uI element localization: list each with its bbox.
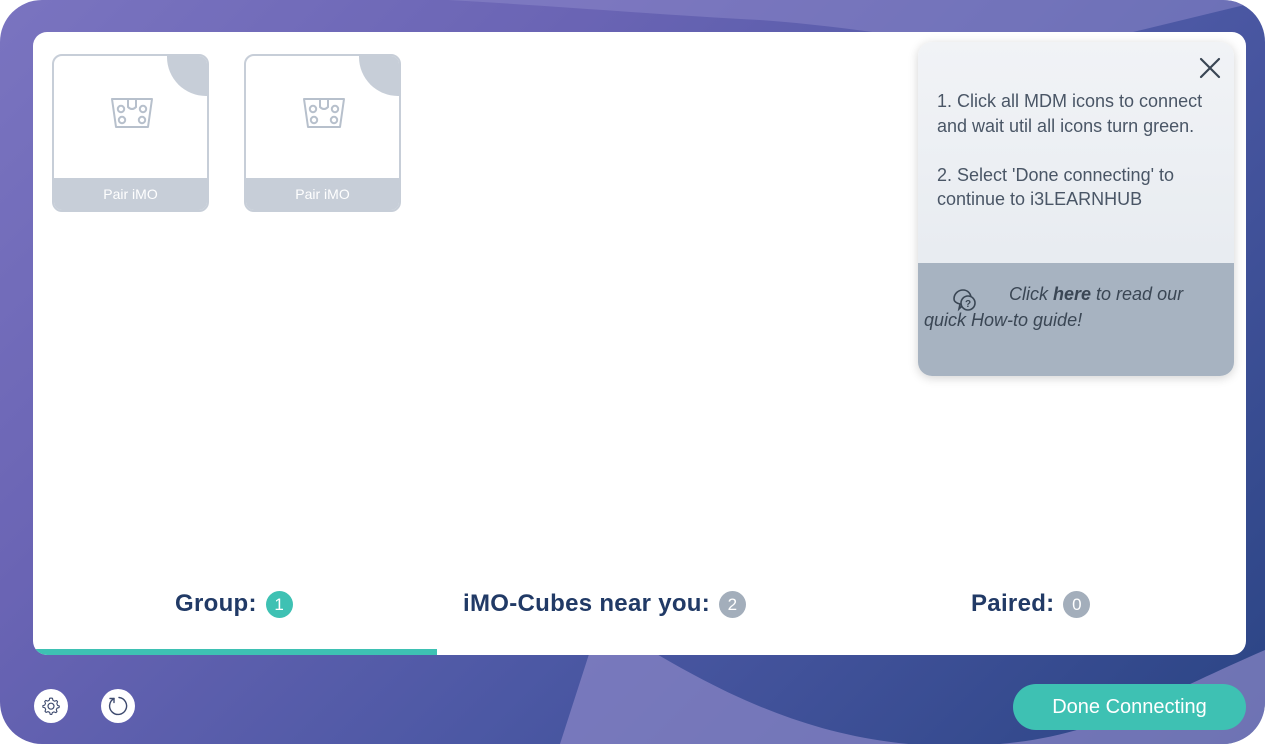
guide-link[interactable]: here: [1053, 284, 1091, 304]
tab-label: Group:: [175, 590, 257, 617]
tab-paired[interactable]: Paired: 0: [971, 584, 1091, 624]
refresh-button[interactable]: [101, 689, 135, 723]
mdm-device-icon: [303, 98, 345, 128]
done-connecting-button[interactable]: Done Connecting: [1013, 684, 1246, 730]
guide-text: Click here to read our quick How-to guid…: [924, 281, 1224, 333]
guide-link-area[interactable]: ? Click here to read our quick How-to gu…: [918, 263, 1234, 376]
guide-text-pre: Click: [1009, 284, 1053, 304]
help-steps: 1. Click all MDM icons to connect and wa…: [937, 89, 1217, 212]
tab-label: Paired:: [971, 590, 1055, 617]
device-card[interactable]: Pair iMO: [52, 54, 209, 212]
tab-label: iMO-Cubes near you:: [463, 590, 711, 617]
count-badge: 2: [719, 590, 747, 618]
help-step-1: 1. Click all MDM icons to connect and wa…: [937, 91, 1203, 136]
mdm-device-icon: [111, 98, 153, 128]
gear-icon: [42, 697, 60, 716]
device-card[interactable]: Pair iMO: [244, 54, 401, 212]
active-tab-indicator: [33, 649, 437, 655]
refresh-icon: [108, 696, 128, 716]
tab-cubes-near-you[interactable]: iMO-Cubes near you: 2: [463, 584, 747, 624]
card-corner: [167, 56, 207, 96]
pair-imo-label[interactable]: Pair iMO: [54, 178, 207, 210]
settings-button[interactable]: [34, 689, 68, 723]
count-badge: 0: [1063, 590, 1091, 618]
help-popover: 1. Click all MDM icons to connect and wa…: [918, 42, 1234, 376]
tab-group[interactable]: Group: 1: [175, 584, 293, 624]
help-step-2: 2. Select 'Done connecting' to continue …: [937, 164, 1175, 210]
count-badge: 1: [265, 590, 293, 618]
app-frame: Pair iMO Pair iMO Group: 1 iMO-Cubes nea…: [0, 0, 1265, 744]
pair-imo-label[interactable]: Pair iMO: [246, 178, 399, 210]
close-icon[interactable]: [1198, 56, 1222, 80]
card-corner: [359, 56, 399, 96]
tab-bar: Group: 1 iMO-Cubes near you: 2 Paired: 0: [33, 584, 1246, 624]
